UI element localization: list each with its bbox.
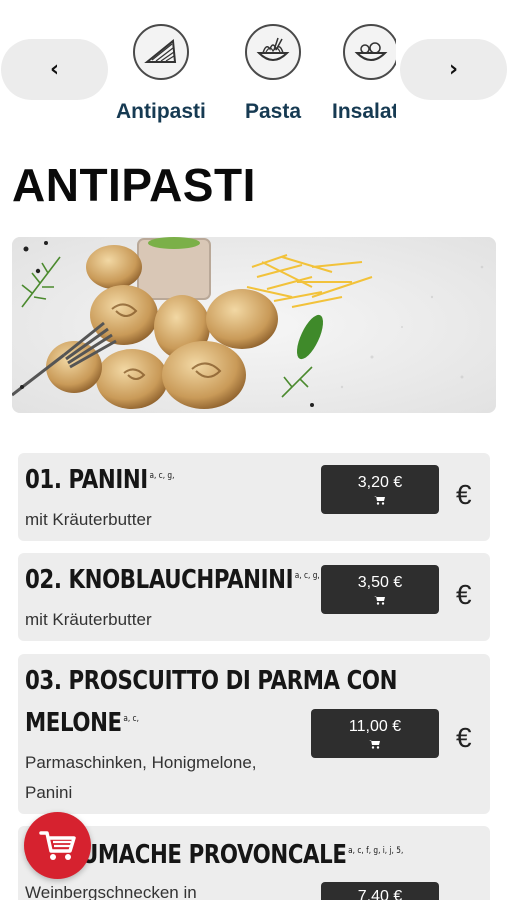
allergen-codes: a, c, f, g, i, j, 5, bbox=[348, 846, 404, 857]
category-item-pasta[interactable]: Pasta bbox=[245, 16, 301, 124]
chevron-left-icon: ‹ bbox=[49, 56, 60, 82]
dish-description: mit Kräuterbutter bbox=[25, 510, 152, 529]
dish-name: 01. PANINI a, c, g, bbox=[25, 465, 175, 495]
add-to-cart-button[interactable]: 7,40 € bbox=[321, 882, 439, 900]
shopping-cart-icon bbox=[38, 830, 76, 860]
floating-cart-button[interactable] bbox=[24, 812, 91, 879]
cart-icon bbox=[369, 740, 380, 749]
category-nav: ‹ Antipasti Pasta Insalat › bbox=[0, 0, 507, 140]
currency-symbol: € bbox=[456, 479, 472, 510]
category-item-insalate[interactable]: Insalate bbox=[332, 16, 396, 124]
price-label: 7,40 € bbox=[357, 888, 403, 900]
category-carousel: Antipasti Pasta Insalate bbox=[108, 16, 396, 136]
dish-description: mit Kräuterbutter bbox=[25, 610, 152, 629]
chevron-right-icon: › bbox=[448, 56, 459, 82]
allergen-codes: a, c, g, bbox=[294, 571, 320, 582]
allergen-codes: a, c, bbox=[123, 714, 139, 725]
category-item-antipasti[interactable]: Antipasti bbox=[116, 16, 206, 124]
menu-item-card: 02. KNOBLAUCHPANINI a, c, g, mit Kräuterb… bbox=[18, 553, 490, 641]
dish-description: Parmaschinken, Honigmelone, Panini bbox=[25, 753, 257, 802]
currency-symbol: € bbox=[456, 579, 472, 610]
pasta-icon bbox=[245, 24, 302, 80]
price-label: 3,50 € bbox=[357, 574, 403, 591]
salad-icon bbox=[343, 24, 396, 80]
cart-icon bbox=[374, 596, 385, 605]
menu-item-card: 01. PANINI a, c, g, mit Kräuterbutter 3,2… bbox=[18, 453, 490, 541]
dish-name-line2: MELONE a, c, bbox=[25, 708, 139, 738]
add-to-cart-button[interactable]: 11,00 € bbox=[311, 709, 439, 758]
next-category-button[interactable]: › bbox=[400, 39, 507, 100]
allergen-codes: a, c, g, bbox=[149, 471, 175, 482]
section-title: ANTIPASTI bbox=[12, 159, 256, 211]
cart-icon bbox=[374, 496, 385, 505]
currency-symbol: € bbox=[456, 722, 472, 753]
dish-name-line1: 03. PROSCUITTO DI PARMA CON bbox=[25, 666, 398, 696]
menu-item-card: 03. PROSCUITTO DI PARMA CON MELONE a, c, … bbox=[18, 654, 490, 814]
antipasti-icon bbox=[132, 24, 189, 80]
category-label: Pasta bbox=[245, 100, 302, 123]
prev-category-button[interactable]: ‹ bbox=[1, 39, 108, 100]
category-label: Insalate bbox=[332, 100, 396, 123]
add-to-cart-button[interactable]: 3,50 € bbox=[321, 565, 439, 614]
add-to-cart-button[interactable]: 3,20 € bbox=[321, 465, 439, 514]
dish-name: 02. KNOBLAUCHPANINI a, c, g, bbox=[25, 565, 320, 595]
price-label: 11,00 € bbox=[348, 718, 402, 735]
category-label: Antipasti bbox=[116, 100, 206, 123]
hero-image bbox=[12, 237, 496, 413]
dish-description: Weinbergschnecken in bbox=[25, 883, 197, 900]
price-label: 3,20 € bbox=[357, 474, 403, 491]
